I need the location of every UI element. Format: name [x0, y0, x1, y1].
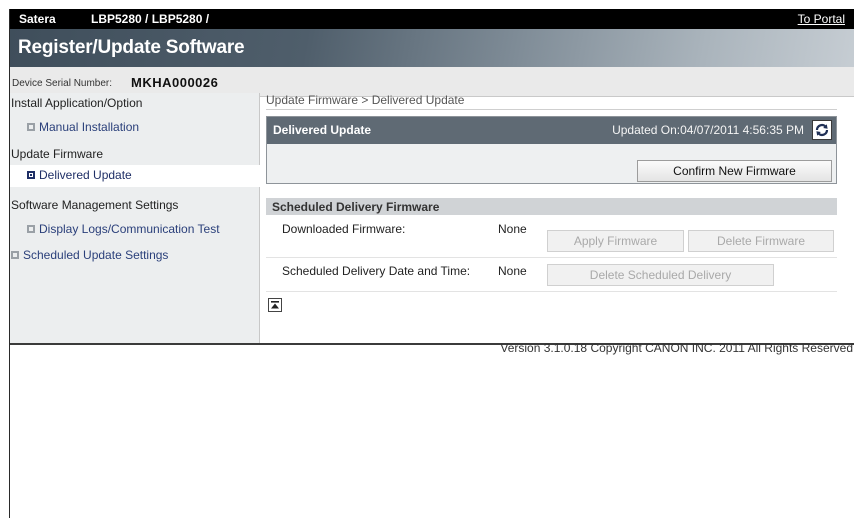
refresh-icon [815, 124, 829, 136]
serial-value: MKHA000026 [131, 75, 219, 90]
scheduled-date-value: None [498, 264, 527, 278]
sidebar-item-scheduled-update-settings[interactable]: Scheduled Update Settings [10, 245, 260, 267]
row-divider [266, 291, 837, 292]
back-to-top-icon [271, 301, 279, 309]
delivered-update-header: Delivered Update Updated On:04/07/2011 4… [267, 117, 836, 144]
sidebar-item-label: Manual Installation [39, 120, 140, 134]
updated-on-timestamp: Updated On:04/07/2011 4:56:35 PM [612, 123, 804, 137]
delete-firmware-button[interactable]: Delete Firmware [688, 230, 834, 252]
bullet-icon [27, 225, 35, 233]
footer-copyright: Version 3.1.0.18 Copyright CANON INC. 20… [500, 341, 853, 355]
scheduled-delivery-title: Scheduled Delivery Firmware [272, 200, 440, 214]
bullet-icon [27, 123, 35, 131]
sidebar-item-delivered-update[interactable]: Delivered Update [10, 165, 260, 187]
downloaded-firmware-label: Downloaded Firmware: [282, 222, 406, 236]
device-model: LBP5280 / LBP5280 / [91, 12, 210, 26]
page-title: Register/Update Software [18, 37, 245, 58]
scheduled-delivery-header: Scheduled Delivery Firmware [266, 198, 837, 215]
delivered-update-title: Delivered Update [273, 123, 372, 137]
row-divider [266, 257, 837, 258]
back-to-top-button[interactable] [268, 298, 282, 312]
brand-name: Satera [19, 12, 56, 26]
sidebar-item-manual-installation[interactable]: Manual Installation [10, 117, 260, 139]
sidebar-section-software-management: Software Management Settings [11, 198, 179, 212]
bullet-icon [11, 251, 19, 259]
title-band: Register/Update Software [10, 29, 854, 67]
sidebar: Install Application/Option Manual Instal… [10, 93, 260, 344]
sidebar-item-label: Display Logs/Communication Test [39, 222, 220, 236]
delete-scheduled-delivery-button[interactable]: Delete Scheduled Delivery [547, 264, 774, 286]
breadcrumb: Update Firmware > Delivered Update [266, 93, 465, 107]
top-bar: Satera LBP5280 / LBP5280 / To Portal [10, 9, 854, 29]
bullet-icon [27, 171, 35, 179]
apply-firmware-button[interactable]: Apply Firmware [547, 230, 684, 252]
breadcrumb-divider [266, 109, 837, 110]
to-portal-link[interactable]: To Portal [798, 12, 845, 26]
sidebar-section-install: Install Application/Option [11, 96, 143, 110]
sidebar-item-label: Scheduled Update Settings [23, 248, 169, 262]
refresh-button[interactable] [812, 120, 832, 140]
sidebar-section-update-firmware: Update Firmware [11, 147, 104, 161]
scheduled-date-label: Scheduled Delivery Date and Time: [282, 264, 471, 278]
confirm-new-firmware-button[interactable]: Confirm New Firmware [637, 160, 832, 182]
sidebar-item-label: Delivered Update [39, 168, 132, 182]
serial-label: Device Serial Number: [12, 78, 113, 89]
downloaded-firmware-value: None [498, 222, 527, 236]
sidebar-item-display-logs[interactable]: Display Logs/Communication Test [10, 219, 260, 241]
delivered-update-panel: Delivered Update Updated On:04/07/2011 4… [266, 116, 837, 184]
